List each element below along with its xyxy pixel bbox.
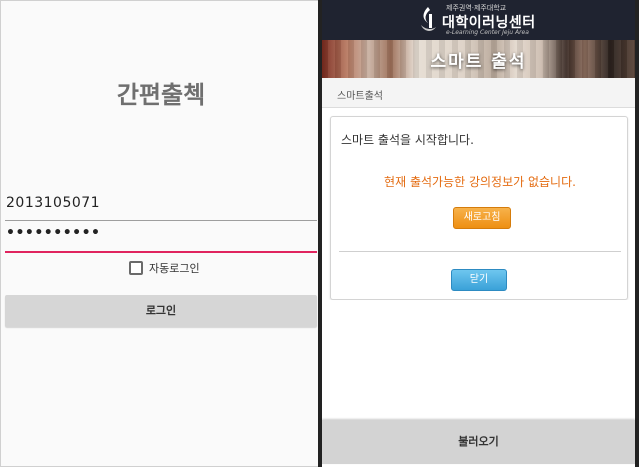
attendance-webview: 제주권역·제주대학교 대학이러닝센터 e-Learning Center Jej… xyxy=(322,0,635,467)
app-title: 간편출첵 xyxy=(116,81,206,109)
auto-login-option[interactable]: 자동로그인 xyxy=(129,259,200,277)
breadcrumb: 스마트출석 xyxy=(322,78,635,108)
close-button[interactable]: 닫기 xyxy=(451,269,507,291)
site-header: 제주권역·제주대학교 대학이러닝센터 e-Learning Center Jej… xyxy=(322,0,635,40)
banner-title: 스마트 출석 xyxy=(430,52,527,72)
student-id-value: 2013105071 xyxy=(6,195,101,211)
logo-sub-text: e-Learning Center Jeju Area xyxy=(446,29,529,36)
refresh-button[interactable]: 새로고침 xyxy=(453,207,511,229)
banner-image: 스마트 출석 xyxy=(322,40,635,78)
password-value: •••••••••• xyxy=(6,225,101,241)
login-button[interactable]: 로그인 xyxy=(5,295,317,327)
load-button[interactable]: 불러오기 xyxy=(322,420,635,464)
no-lecture-notice: 현재 출석가능한 강의정보가 없습니다. xyxy=(384,175,576,189)
card-heading: 스마트 출석을 시작합니다. xyxy=(341,133,474,147)
auto-login-checkbox[interactable] xyxy=(129,261,143,275)
password-field[interactable]: •••••••••• xyxy=(5,223,317,253)
university-logo-icon xyxy=(421,7,436,31)
student-id-field[interactable]: 2013105071 xyxy=(5,191,317,221)
attendance-pane: 제주권역·제주대학교 대학이러닝센터 e-Learning Center Jej… xyxy=(318,0,639,467)
card-divider xyxy=(339,251,621,252)
login-pane: 간편출첵 2013105071 •••••••••• 자동로그인 로그인 xyxy=(0,0,320,467)
content-blank-area xyxy=(322,300,635,420)
breadcrumb-label: 스마트출석 xyxy=(337,91,383,102)
attendance-card: 스마트 출석을 시작합니다. 현재 출석가능한 강의정보가 없습니다. 새로고침… xyxy=(330,116,628,300)
auto-login-label: 자동로그인 xyxy=(149,262,200,275)
